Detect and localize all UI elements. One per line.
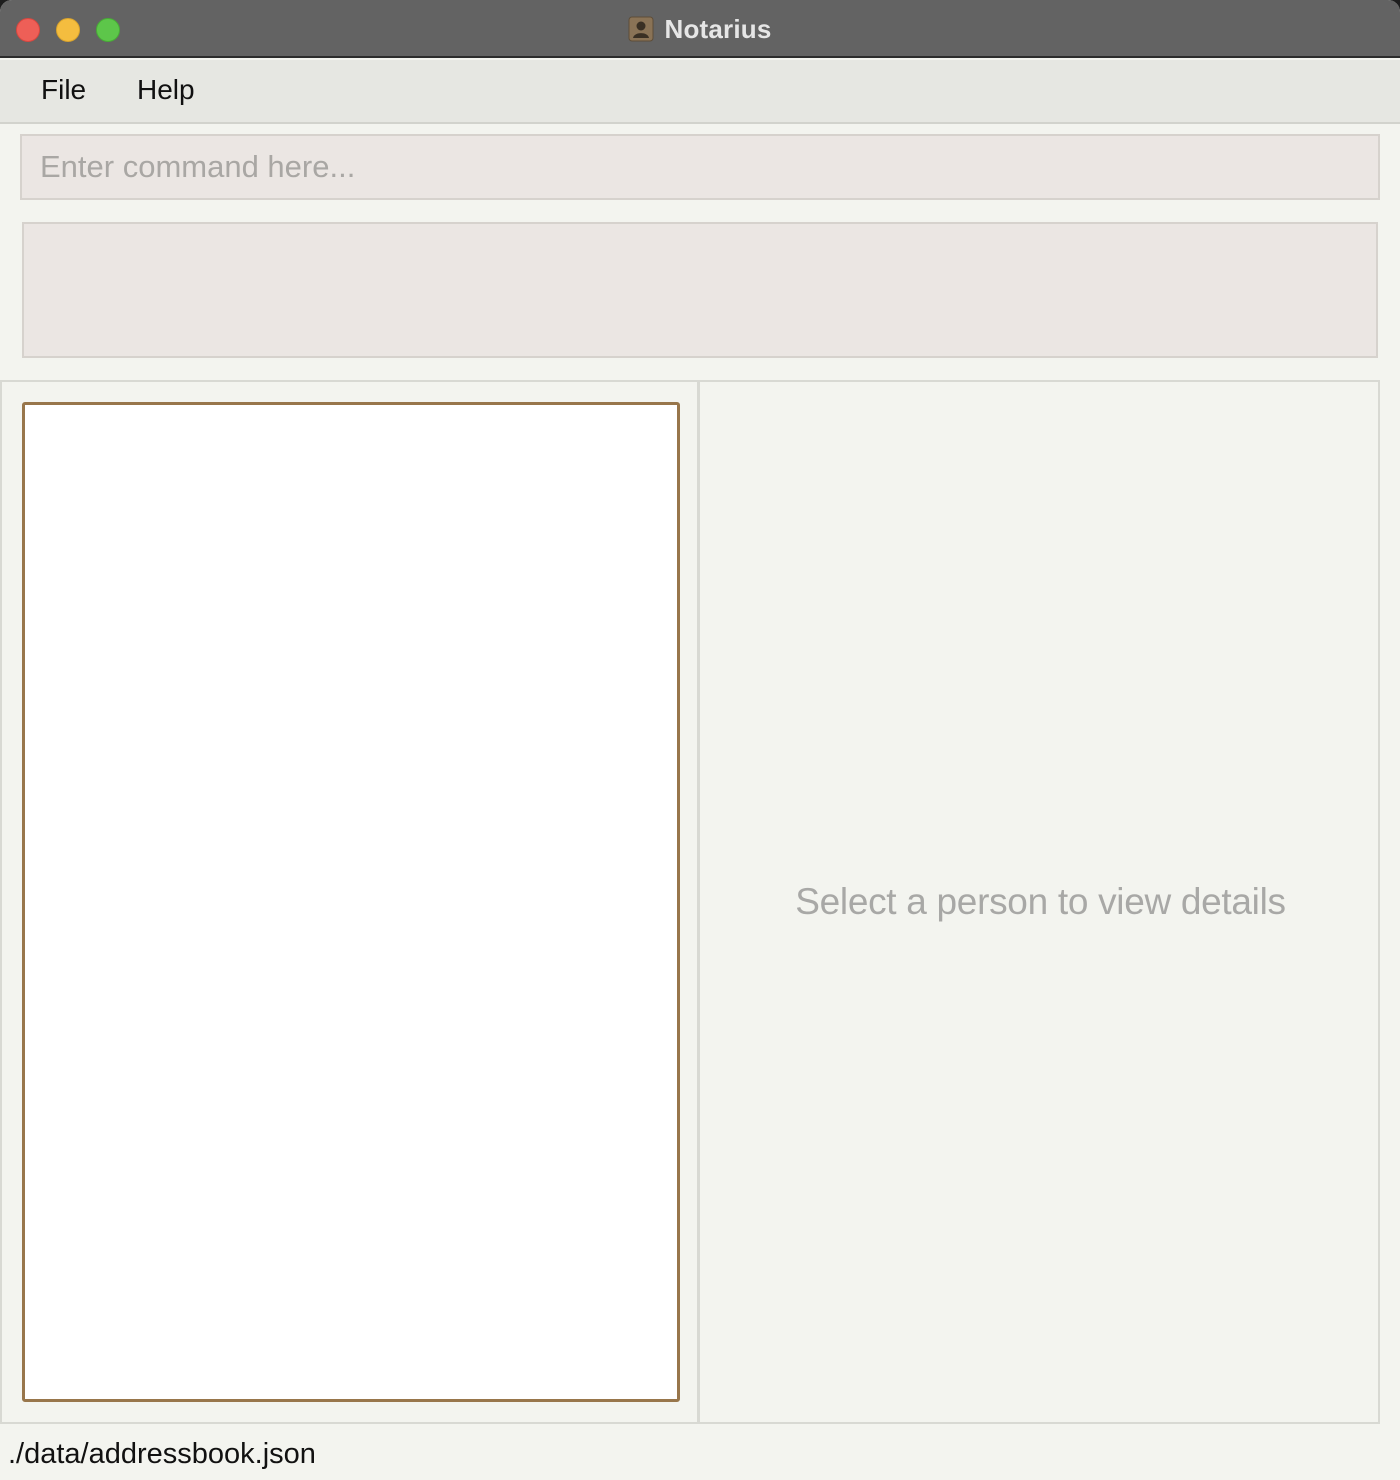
app-window: Notarius File Help Select a person to vi… — [0, 0, 1400, 1480]
main-content: Select a person to view details — [0, 380, 1380, 1424]
title-bar[interactable]: Notarius — [0, 0, 1400, 58]
contact-book-icon — [628, 16, 654, 42]
person-list[interactable] — [22, 402, 680, 1402]
status-bar: ./data/addressbook.json — [0, 1424, 1400, 1480]
menu-help[interactable]: Help — [131, 74, 201, 106]
person-details-panel: Select a person to view details — [703, 382, 1378, 1422]
person-list-panel — [2, 382, 700, 1422]
details-placeholder: Select a person to view details — [795, 881, 1286, 922]
result-display[interactable] — [22, 222, 1378, 358]
save-file-path: ./data/addressbook.json — [8, 1438, 316, 1470]
menu-bar: File Help — [0, 60, 1400, 124]
window-title: Notarius — [664, 13, 772, 44]
menu-file[interactable]: File — [35, 74, 92, 106]
command-input[interactable] — [20, 134, 1380, 200]
window-title-group: Notarius — [0, 0, 1400, 58]
